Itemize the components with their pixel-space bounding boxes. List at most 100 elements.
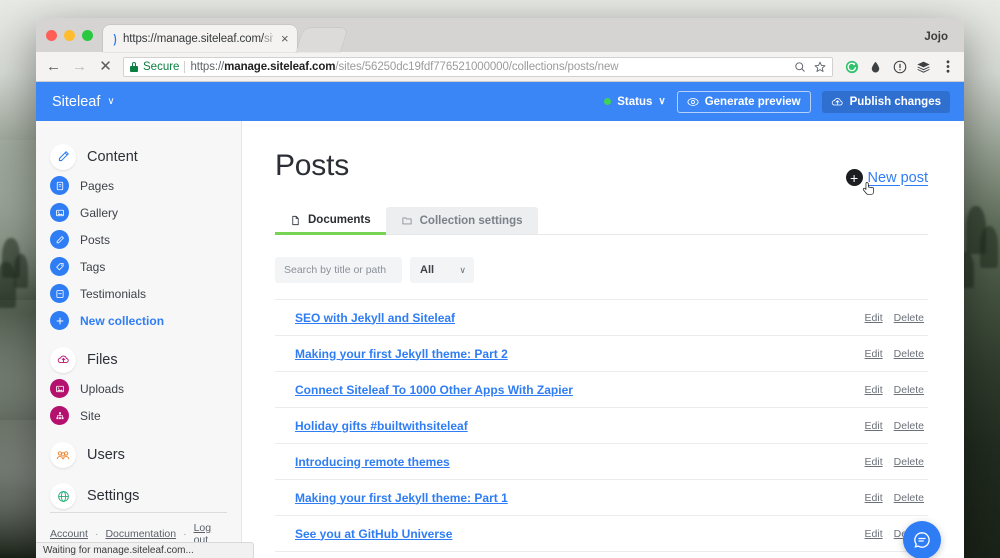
brand-label: Siteleaf (52, 93, 101, 110)
maximize-window-button[interactable] (82, 30, 93, 41)
generate-preview-button[interactable]: Generate preview (676, 90, 811, 113)
delete-link[interactable]: Delete (894, 348, 924, 360)
chat-widget-button[interactable] (903, 521, 941, 558)
sidebar-item-testimonials[interactable]: Testimonials (50, 280, 227, 307)
sidebar-item-label: Files (87, 351, 118, 368)
sidebar-item-label: Gallery (80, 205, 119, 220)
site-switcher[interactable]: Siteleaf ∨ (52, 94, 115, 110)
sidebar-item-tags[interactable]: Tags (50, 253, 227, 280)
address-bar-url: https://manage.siteleaf.com/sites/56250d… (190, 61, 618, 73)
sidebar-item-pages[interactable]: Pages (50, 172, 227, 199)
pencil-icon (50, 230, 69, 249)
sidebar-item-uploads[interactable]: Uploads (50, 375, 227, 402)
type-filter-select[interactable]: All ∨ (410, 257, 474, 283)
edit-link[interactable]: Edit (865, 456, 883, 468)
sidebar-item-label: Settings (87, 488, 140, 505)
sidebar-item-new-collection[interactable]: New collection (50, 307, 227, 334)
new-tab-button[interactable] (295, 28, 348, 52)
main-content: Posts + New post Documents Collection se… (242, 121, 964, 558)
documentation-link[interactable]: Documentation (105, 528, 176, 540)
sidebar-item-users[interactable]: Users (50, 442, 227, 469)
table-row[interactable]: See you at GitHub Universe Edit Delete (275, 516, 928, 552)
edit-link[interactable]: Edit (865, 348, 883, 360)
kebab-menu-icon[interactable] (940, 59, 955, 74)
sidebar-item-label: Site (80, 408, 101, 423)
account-link[interactable]: Account (50, 528, 88, 540)
delete-link[interactable]: Delete (894, 420, 924, 432)
folder-icon (402, 217, 412, 225)
filter-row: Search by title or path All ∨ (275, 257, 928, 283)
table-row[interactable]: Making your first Jekyll theme: Part 2 E… (275, 336, 928, 372)
search-icon[interactable] (794, 61, 806, 73)
tab-documents[interactable]: Documents (275, 208, 386, 235)
siteleaf-app: Siteleaf ∨ Status ∨ Generate preview Pub… (36, 82, 964, 558)
post-title-link[interactable]: Making your first Jekyll theme: Part 1 (295, 491, 508, 505)
quote-icon (50, 284, 69, 303)
minimize-window-button[interactable] (64, 30, 75, 41)
sidebar-item-site[interactable]: Site (50, 402, 227, 429)
window-controls (46, 30, 93, 52)
eye-icon (687, 97, 699, 106)
edit-link[interactable]: Edit (865, 384, 883, 396)
browser-tab[interactable]: ) https://manage.siteleaf.com/sit × (103, 25, 297, 52)
sidebar-item-gallery[interactable]: Gallery (50, 199, 227, 226)
tab-collection-settings[interactable]: Collection settings (385, 207, 538, 234)
sidebar-group-content: Content Pages Gallery Posts Tags Testimo… (36, 143, 241, 334)
edit-link[interactable]: Edit (865, 492, 883, 504)
document-icon (292, 215, 299, 225)
sidebar-item-label: Tags (80, 259, 106, 274)
post-title-link[interactable]: See you at GitHub Universe (295, 527, 452, 541)
new-post-button[interactable]: + New post (845, 169, 928, 195)
publish-changes-button[interactable]: Publish changes (821, 90, 950, 113)
close-tab-icon[interactable]: × (281, 32, 289, 45)
post-title-link[interactable]: Introducing remote themes (295, 455, 450, 469)
status-menu[interactable]: Status ∨ (604, 96, 666, 108)
table-row[interactable]: Introducing remote themes Edit Delete (275, 444, 928, 480)
sidebar-item-label: Posts (80, 232, 111, 247)
back-icon[interactable]: ← (45, 58, 62, 75)
delete-link[interactable]: Delete (894, 456, 924, 468)
forward-icon: → (72, 58, 87, 75)
sidebar: Content Pages Gallery Posts Tags Testimo… (36, 121, 242, 558)
footer-separator: · (183, 528, 187, 540)
url-path: /sites/56250dc19fdf776521000000/collecti… (335, 60, 619, 73)
delete-link[interactable]: Delete (894, 492, 924, 504)
search-input[interactable]: Search by title or path (275, 257, 402, 283)
sidebar-item-files[interactable]: Files (50, 346, 227, 373)
post-title-link[interactable]: Holiday gifts #builtwithsiteleaf (295, 419, 468, 433)
table-row[interactable]: Holiday gifts #builtwithsiteleaf Edit De… (275, 408, 928, 444)
close-window-button[interactable] (46, 30, 57, 41)
app-header-bar: Siteleaf ∨ Status ∨ Generate preview Pub… (36, 82, 964, 121)
post-title-link[interactable]: Connect Siteleaf To 1000 Other Apps With… (295, 383, 573, 397)
delete-link[interactable]: Delete (894, 384, 924, 396)
green-circle-icon[interactable] (844, 59, 859, 74)
star-icon[interactable] (814, 61, 826, 73)
post-title-link[interactable]: Making your first Jekyll theme: Part 2 (295, 347, 508, 361)
post-title-link[interactable]: SEO with Jekyll and Siteleaf (295, 311, 455, 325)
stop-icon[interactable]: ✕ (97, 58, 114, 75)
app-body: Content Pages Gallery Posts Tags Testimo… (36, 121, 964, 558)
address-bar[interactable]: Secure https://manage.siteleaf.com/sites… (123, 56, 833, 77)
table-row[interactable]: Connect Siteleaf To 1000 Other Apps With… (275, 372, 928, 408)
edit-link[interactable]: Edit (865, 420, 883, 432)
secure-label: Secure (143, 60, 180, 73)
water-drop-icon[interactable] (868, 59, 883, 74)
edit-link[interactable]: Edit (865, 528, 883, 540)
sidebar-item-content[interactable]: Content (50, 143, 227, 170)
sidebar-group-files: Files Uploads Site (36, 346, 241, 429)
profile-name[interactable]: Jojo (924, 31, 948, 43)
layers-icon[interactable] (916, 59, 931, 74)
table-row[interactable]: SEO with Jekyll and Siteleaf Edit Delete (275, 300, 928, 336)
sidebar-item-posts[interactable]: Posts (50, 226, 227, 253)
table-row[interactable]: Making your first Jekyll theme: Part 1 E… (275, 480, 928, 516)
info-circle-icon[interactable] (892, 59, 907, 74)
wallpaper-tree (0, 262, 16, 308)
omnibox-divider (184, 60, 186, 73)
sidebar-item-settings[interactable]: Settings (50, 483, 227, 510)
delete-link[interactable]: Delete (894, 312, 924, 324)
edit-link[interactable]: Edit (865, 312, 883, 324)
search-placeholder: Search by title or path (284, 264, 387, 276)
siteleaf-favicon-icon: ) (113, 31, 117, 46)
publish-changes-label: Publish changes (849, 95, 941, 108)
browser-window: ) https://manage.siteleaf.com/sit × Jojo… (36, 18, 964, 558)
